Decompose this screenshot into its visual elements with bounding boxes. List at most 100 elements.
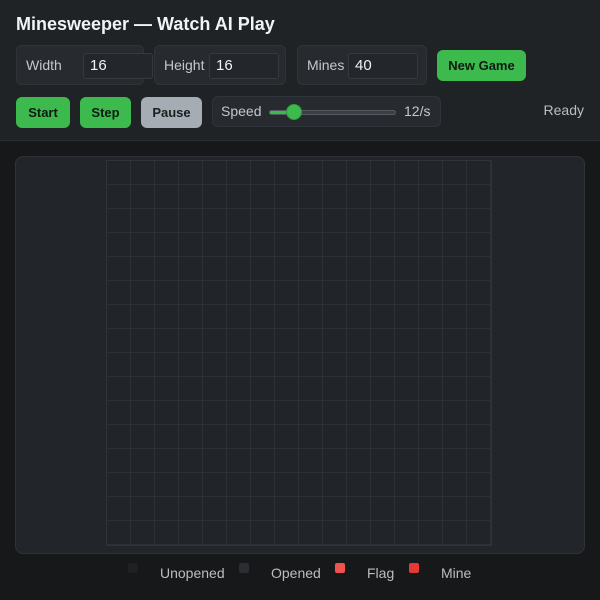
board-cell[interactable] [467, 377, 491, 401]
board-cell[interactable] [467, 281, 491, 305]
board-cell[interactable] [419, 353, 443, 377]
board-cell[interactable] [227, 377, 251, 401]
board-cell[interactable] [275, 449, 299, 473]
board-cell[interactable] [131, 449, 155, 473]
board-cell[interactable] [299, 521, 323, 545]
board-cell[interactable] [131, 425, 155, 449]
board-cell[interactable] [443, 521, 467, 545]
board-cell[interactable] [275, 185, 299, 209]
board-cell[interactable] [203, 497, 227, 521]
board-cell[interactable] [155, 329, 179, 353]
board-cell[interactable] [467, 473, 491, 497]
board-cell[interactable] [275, 401, 299, 425]
board-cell[interactable] [371, 185, 395, 209]
board-cell[interactable] [371, 161, 395, 185]
board-cell[interactable] [203, 257, 227, 281]
height-input[interactable]: 16 [209, 53, 279, 79]
board-cell[interactable] [251, 257, 275, 281]
board-cell[interactable] [107, 449, 131, 473]
board-cell[interactable] [419, 161, 443, 185]
board-cell[interactable] [371, 257, 395, 281]
board-cell[interactable] [155, 257, 179, 281]
board-cell[interactable] [347, 425, 371, 449]
board-cell[interactable] [371, 473, 395, 497]
board-cell[interactable] [107, 497, 131, 521]
board-cell[interactable] [299, 329, 323, 353]
board-cell[interactable] [443, 305, 467, 329]
board-cell[interactable] [323, 401, 347, 425]
board-cell[interactable] [443, 353, 467, 377]
board-cell[interactable] [299, 377, 323, 401]
board-cell[interactable] [179, 377, 203, 401]
board-cell[interactable] [443, 209, 467, 233]
board-cell[interactable] [251, 185, 275, 209]
board-cell[interactable] [251, 401, 275, 425]
board-cell[interactable] [323, 377, 347, 401]
board-cell[interactable] [275, 473, 299, 497]
board-cell[interactable] [323, 209, 347, 233]
board-cell[interactable] [371, 353, 395, 377]
board-cell[interactable] [155, 473, 179, 497]
board-cell[interactable] [203, 161, 227, 185]
board-cell[interactable] [347, 353, 371, 377]
board-cell[interactable] [371, 233, 395, 257]
board-cell[interactable] [419, 185, 443, 209]
board-cell[interactable] [155, 185, 179, 209]
board-cell[interactable] [371, 521, 395, 545]
board-cell[interactable] [203, 185, 227, 209]
board-cell[interactable] [395, 257, 419, 281]
board-cell[interactable] [179, 329, 203, 353]
board-cell[interactable] [251, 353, 275, 377]
board-cell[interactable] [371, 425, 395, 449]
board-cell[interactable] [299, 233, 323, 257]
board-cell[interactable] [419, 305, 443, 329]
board-cell[interactable] [227, 449, 251, 473]
board-cell[interactable] [395, 233, 419, 257]
board-cell[interactable] [347, 449, 371, 473]
board-cell[interactable] [203, 233, 227, 257]
start-button[interactable]: Start [16, 97, 70, 128]
board-cell[interactable] [107, 185, 131, 209]
board-cell[interactable] [443, 377, 467, 401]
board-cell[interactable] [131, 521, 155, 545]
board-cell[interactable] [419, 425, 443, 449]
board-cell[interactable] [155, 449, 179, 473]
board-cell[interactable] [251, 497, 275, 521]
board-cell[interactable] [347, 377, 371, 401]
board-cell[interactable] [419, 281, 443, 305]
board-cell[interactable] [251, 521, 275, 545]
board-cell[interactable] [299, 305, 323, 329]
board-cell[interactable] [203, 353, 227, 377]
board-cell[interactable] [467, 401, 491, 425]
board-cell[interactable] [107, 521, 131, 545]
board-cell[interactable] [467, 449, 491, 473]
board-cell[interactable] [395, 185, 419, 209]
board-cell[interactable] [179, 209, 203, 233]
board-cell[interactable] [395, 305, 419, 329]
board-cell[interactable] [395, 161, 419, 185]
board-cell[interactable] [179, 161, 203, 185]
board-cell[interactable] [419, 497, 443, 521]
board-cell[interactable] [227, 209, 251, 233]
board-cell[interactable] [179, 473, 203, 497]
board-cell[interactable] [227, 281, 251, 305]
board-cell[interactable] [155, 305, 179, 329]
board-cell[interactable] [419, 449, 443, 473]
board-cell[interactable] [179, 353, 203, 377]
board-cell[interactable] [443, 281, 467, 305]
board-cell[interactable] [467, 329, 491, 353]
board-cell[interactable] [107, 233, 131, 257]
board-cell[interactable] [155, 209, 179, 233]
minesweeper-board[interactable] [106, 160, 492, 546]
board-cell[interactable] [299, 449, 323, 473]
board-cell[interactable] [371, 209, 395, 233]
board-cell[interactable] [203, 521, 227, 545]
board-cell[interactable] [443, 329, 467, 353]
board-cell[interactable] [299, 185, 323, 209]
board-cell[interactable] [131, 209, 155, 233]
board-cell[interactable] [179, 401, 203, 425]
board-cell[interactable] [323, 257, 347, 281]
board-cell[interactable] [251, 473, 275, 497]
board-cell[interactable] [395, 425, 419, 449]
board-cell[interactable] [323, 425, 347, 449]
